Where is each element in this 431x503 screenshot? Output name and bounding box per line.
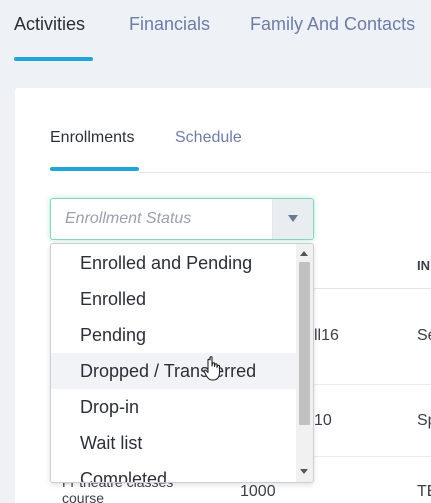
- table-header-partial: IN: [417, 258, 430, 273]
- active-subtab-indicator: [50, 167, 139, 171]
- select-toggle[interactable]: [272, 199, 313, 239]
- option-wait-list[interactable]: Wait list: [51, 425, 297, 461]
- table-cell: Se: [417, 327, 431, 344]
- table-row-divider: [314, 384, 431, 385]
- scroll-up-arrow-icon[interactable]: [300, 251, 308, 256]
- table-cell: Sp: [417, 412, 431, 429]
- active-tab-indicator: [14, 57, 93, 61]
- table-header-divider: [314, 288, 431, 289]
- table-cell: TE: [417, 483, 431, 500]
- tab-financials[interactable]: Financials: [129, 12, 210, 36]
- option-drop-in[interactable]: Drop-in: [51, 389, 297, 425]
- option-pending[interactable]: Pending: [51, 317, 297, 353]
- option-enrolled[interactable]: Enrolled: [51, 281, 297, 317]
- tab-schedule[interactable]: Schedule: [175, 128, 242, 148]
- table-cell: 1000: [240, 483, 276, 500]
- tab-enrollments[interactable]: Enrollments: [50, 128, 134, 148]
- caret-down-icon: [288, 215, 298, 222]
- scroll-down-arrow-icon[interactable]: [300, 469, 308, 474]
- enrollment-status-dropdown: Enrolled and Pending Enrolled Pending Dr…: [50, 243, 314, 483]
- table-cell: 10: [314, 412, 332, 429]
- main-tab-bar: Activities Financials Family And Contact…: [0, 0, 431, 64]
- enrollment-status-select[interactable]: Enrollment Status: [50, 198, 314, 240]
- hand-cursor-icon: [203, 356, 221, 381]
- tab-activities[interactable]: Activities: [14, 12, 85, 36]
- table-cell: ll16: [314, 327, 339, 344]
- option-completed[interactable]: Completed: [51, 461, 297, 482]
- dropdown-scrollbar[interactable]: [296, 244, 313, 482]
- option-enrolled-and-pending[interactable]: Enrolled and Pending: [51, 245, 297, 281]
- subtab-divider: [139, 172, 431, 173]
- scroll-thumb[interactable]: [299, 262, 310, 425]
- option-dropped-transferred[interactable]: Dropped / Transferred: [51, 353, 297, 389]
- tab-family-and-contacts[interactable]: Family And Contacts: [250, 12, 415, 36]
- enrollment-status-placeholder: Enrollment Status: [65, 210, 192, 227]
- table-row-divider: [314, 456, 431, 457]
